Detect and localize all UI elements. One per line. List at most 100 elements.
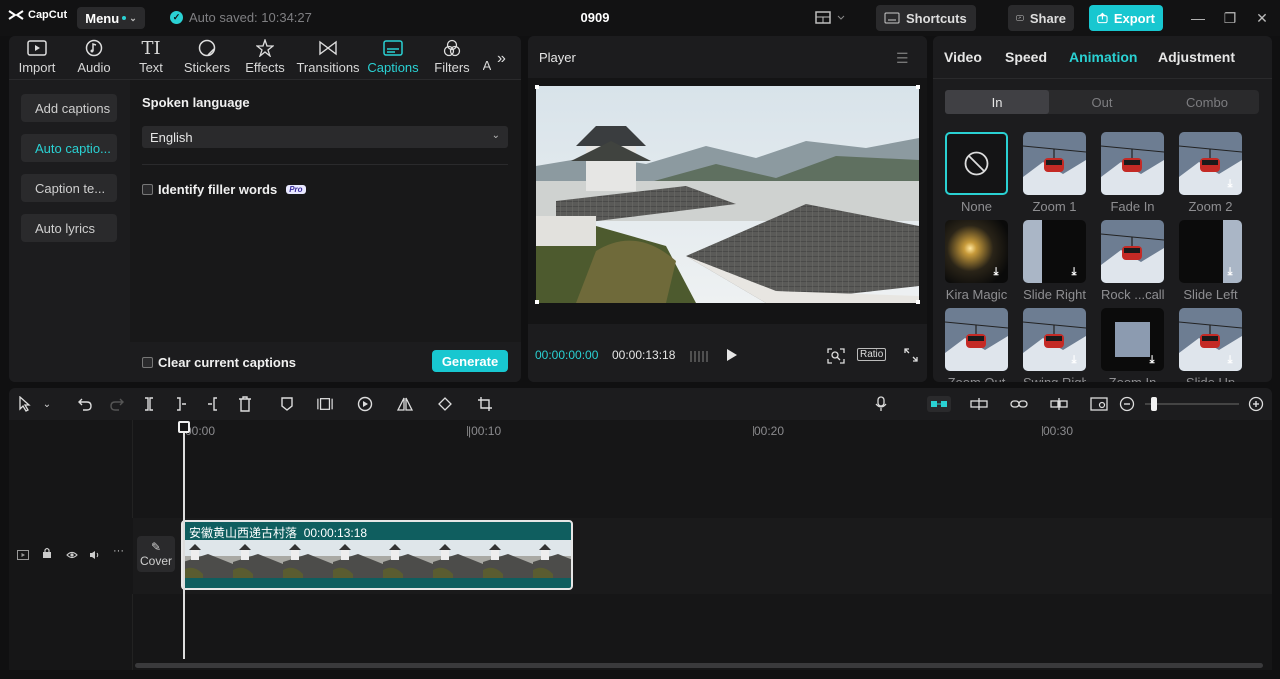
crop-handle[interactable] [535, 300, 539, 304]
zoom-fit-icon[interactable] [827, 348, 845, 367]
download-icon[interactable]: ⤓ [989, 265, 1003, 279]
tab-captions[interactable]: Captions [367, 38, 419, 78]
animation-item[interactable]: ⤓ Zoom In [1101, 308, 1164, 382]
video-track-icon[interactable] [17, 548, 29, 563]
animation-item[interactable]: ⤓ Slide Up [1179, 308, 1242, 382]
animation-item[interactable]: ⤓ Kira Magic [945, 220, 1008, 302]
language-select[interactable]: English ⌄ [142, 126, 508, 148]
timeline-scrollbar[interactable] [135, 663, 1263, 668]
reverse-icon[interactable] [357, 396, 373, 412]
crop-handle[interactable] [916, 300, 920, 304]
player-menu-icon[interactable]: ☰ [896, 50, 909, 67]
download-icon[interactable]: ⤓ [1223, 353, 1237, 367]
lock-icon[interactable] [42, 547, 52, 562]
main-track-magnet-icon[interactable] [927, 396, 951, 412]
animation-item[interactable]: Zoom Out [945, 308, 1008, 382]
animation-item[interactable]: ⤓ Slide Right [1023, 220, 1086, 302]
player-viewport[interactable] [528, 78, 927, 324]
tab-audio[interactable]: Audio [75, 38, 113, 78]
download-icon[interactable]: ⤓ [1067, 265, 1081, 279]
fullscreen-icon[interactable] [904, 348, 918, 365]
rotate-icon[interactable] [437, 396, 453, 412]
undo-icon[interactable] [77, 396, 93, 412]
crop-handle[interactable] [535, 85, 539, 89]
video-clip[interactable]: 安徽黄山西递古村落 00:00:13:18 [181, 520, 573, 590]
tab-filters[interactable]: Filters [433, 38, 471, 78]
restore-icon[interactable]: ❐ [1222, 10, 1238, 26]
timeline[interactable]: 00:00 |00:10 00:20 00:30 ··· ✎ Cover 安徽黄… [9, 420, 1272, 670]
timeline-list-icon[interactable] [689, 348, 711, 367]
microphone-icon[interactable] [873, 396, 889, 412]
redo-icon[interactable] [109, 396, 125, 412]
playhead[interactable] [178, 421, 190, 659]
animation-item[interactable]: ⤓ Slide Left [1179, 220, 1242, 302]
ratio-button[interactable]: Ratio [857, 348, 887, 361]
marker-icon[interactable] [279, 396, 295, 412]
tab-animation[interactable]: Animation [1069, 49, 1137, 65]
download-icon[interactable]: ⤓ [1223, 265, 1237, 279]
split-right-icon[interactable] [205, 396, 221, 412]
share-button[interactable]: Share [1008, 5, 1074, 31]
close-icon[interactable]: ✕ [1254, 10, 1270, 26]
zoom-out-icon[interactable] [1119, 396, 1135, 412]
link-icon[interactable] [1009, 396, 1029, 412]
cover-button[interactable]: ✎ Cover [137, 536, 175, 572]
filler-words-option[interactable]: Identify filler words Pro [142, 182, 306, 197]
animation-item[interactable]: ⤓ Swing Right [1023, 308, 1086, 382]
split-icon[interactable] [141, 396, 157, 412]
export-button[interactable]: Export [1089, 5, 1163, 31]
filler-words-checkbox[interactable] [142, 184, 153, 195]
more-icon[interactable]: ··· [113, 545, 124, 557]
tab-stickers[interactable]: Stickers [183, 38, 231, 78]
chevron-down-icon[interactable]: ⌄ [39, 396, 55, 412]
volume-icon[interactable] [89, 548, 101, 563]
animation-item[interactable]: Zoom 1 [1023, 132, 1086, 214]
segment-out[interactable]: Out [1050, 90, 1154, 114]
shortcuts-button[interactable]: Shortcuts [876, 5, 976, 31]
project-title[interactable]: 0909 [560, 10, 630, 25]
freeze-icon[interactable] [317, 396, 333, 412]
subnav-caption-templates[interactable]: Caption te... [21, 174, 117, 202]
auto-snap-icon[interactable] [969, 396, 989, 412]
subnav-auto-lyrics[interactable]: Auto lyrics [21, 214, 117, 242]
split-left-icon[interactable] [173, 396, 189, 412]
download-icon[interactable]: ⤓ [1223, 177, 1237, 191]
eye-icon[interactable] [66, 548, 78, 563]
segment-combo[interactable]: Combo [1155, 90, 1259, 114]
segment-in[interactable]: In [945, 90, 1049, 114]
animation-item[interactable]: None [945, 132, 1008, 214]
subnav-auto-captions[interactable]: Auto captio... [21, 134, 117, 162]
layout-icon[interactable] [815, 10, 847, 26]
select-tool-icon[interactable] [17, 396, 33, 412]
play-icon[interactable] [726, 348, 738, 365]
minimize-icon[interactable]: — [1190, 10, 1206, 26]
clear-captions-option[interactable]: Clear current captions [142, 355, 296, 370]
animation-item[interactable]: ⤓ Zoom 2 [1179, 132, 1242, 214]
more-tabs-icon[interactable]: » [497, 50, 506, 68]
playhead-handle[interactable] [178, 421, 190, 433]
generate-button[interactable]: Generate [432, 350, 508, 372]
screenshot-icon[interactable] [1089, 396, 1109, 412]
tab-speed[interactable]: Speed [1005, 49, 1047, 65]
subnav-add-captions[interactable]: Add captions [21, 94, 117, 122]
animation-item[interactable]: Rock ...cally [1101, 220, 1164, 302]
tab-import[interactable]: Import [17, 38, 57, 78]
delete-icon[interactable] [237, 396, 253, 412]
download-icon[interactable]: ⤓ [1067, 353, 1081, 367]
zoom-slider-handle[interactable] [1151, 397, 1157, 411]
tab-effects[interactable]: Effects [245, 38, 285, 78]
tab-transitions[interactable]: Transitions [296, 38, 360, 78]
tab-adjustment[interactable]: Adjustment [1158, 49, 1235, 65]
download-icon[interactable]: ⤓ [1145, 353, 1159, 367]
tab-video[interactable]: Video [944, 49, 982, 65]
crop-handle[interactable] [916, 85, 920, 89]
menu-button[interactable]: Menu ⌄ [77, 7, 145, 29]
animation-item[interactable]: Fade In [1101, 132, 1164, 214]
preview-axis-icon[interactable] [1049, 396, 1069, 412]
tab-text[interactable]: TI Text [137, 38, 165, 78]
clear-captions-checkbox[interactable] [142, 357, 153, 368]
crop-icon[interactable] [477, 396, 493, 412]
zoom-slider-track[interactable] [1145, 403, 1239, 405]
zoom-in-icon[interactable] [1248, 396, 1264, 412]
mirror-icon[interactable] [397, 396, 413, 412]
